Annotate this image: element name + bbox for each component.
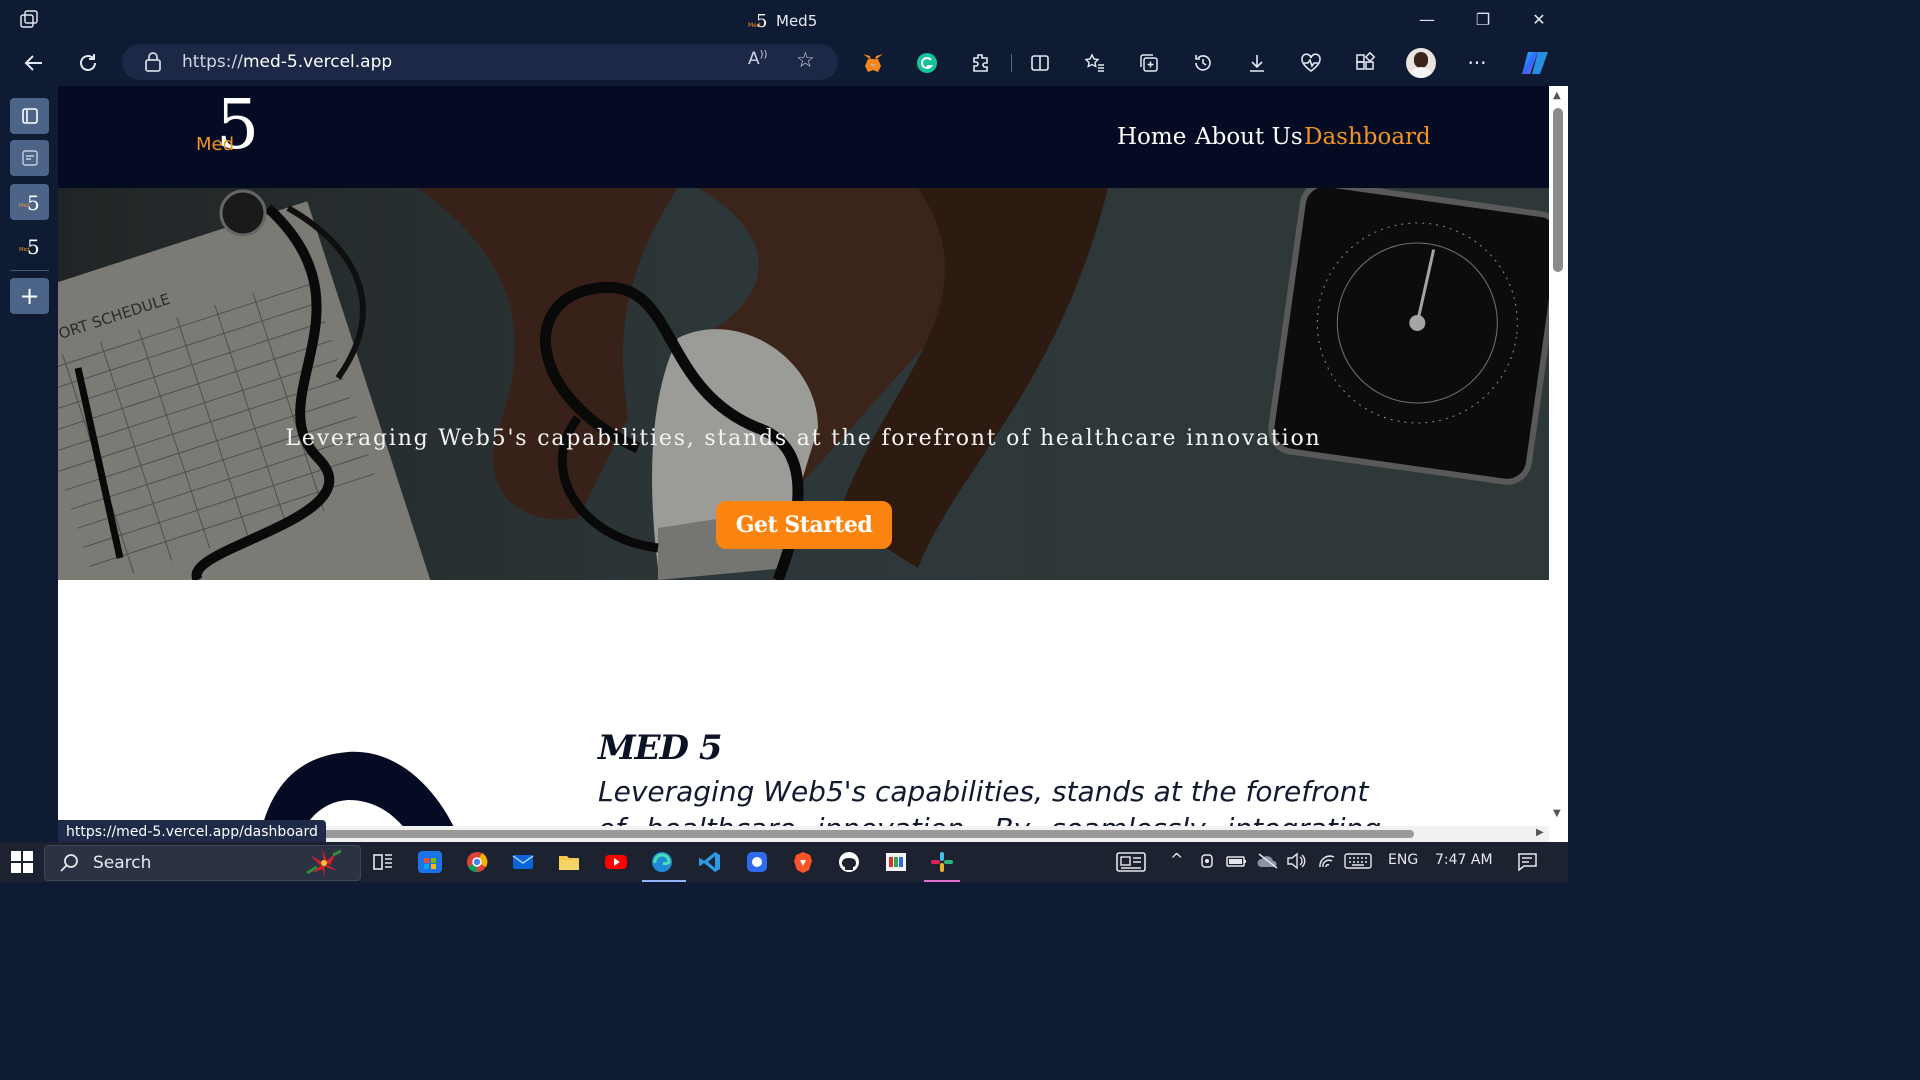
slack-running-indicator xyxy=(924,880,960,882)
horizontal-scroll-thumb[interactable] xyxy=(308,830,1414,838)
downloads-icon[interactable] xyxy=(1242,48,1272,78)
svg-text:Med: Med xyxy=(748,22,761,29)
tab-med5[interactable]: 5 Med xyxy=(10,228,49,264)
profile-avatar[interactable] xyxy=(1406,48,1436,78)
scroll-up-arrow[interactable]: ▲ xyxy=(1553,90,1561,101)
github-icon[interactable] xyxy=(837,851,861,873)
wifi-icon[interactable] xyxy=(1317,852,1337,874)
tab-med5-active[interactable]: 5 Med xyxy=(10,184,49,220)
minimize-button[interactable]: — xyxy=(1413,6,1441,34)
window-title-text: Med5 xyxy=(776,12,818,30)
get-started-button[interactable]: Get Started xyxy=(716,501,892,549)
web-page: 5 Med Home About Us Dashboard Y REPORT S… xyxy=(58,86,1549,842)
svg-text:Med: Med xyxy=(19,247,30,253)
status-bar-link-preview: https://med-5.vercel.app/dashboard xyxy=(58,820,326,844)
nav-about-link[interactable]: About Us xyxy=(1195,124,1303,150)
svg-text:Med: Med xyxy=(19,203,30,209)
url-text[interactable]: https://med-5.vercel.app xyxy=(182,52,392,72)
edge-icon[interactable] xyxy=(650,851,674,873)
news-widget-icon[interactable] xyxy=(1116,851,1146,877)
window-title: 5 Med Med5 xyxy=(748,10,817,32)
taskbar-search-box[interactable]: Search xyxy=(44,845,361,881)
brave-icon[interactable] xyxy=(791,851,815,873)
favorite-star-icon[interactable]: ☆ xyxy=(796,48,815,72)
vertical-scroll-thumb[interactable] xyxy=(1553,108,1563,272)
onedrive-offline-icon[interactable] xyxy=(1256,852,1280,874)
more-options-icon[interactable]: ··· xyxy=(1462,48,1492,78)
show-hidden-icons-chevron-icon[interactable]: ^ xyxy=(1170,850,1183,869)
input-language-label[interactable]: ENG xyxy=(1388,852,1418,868)
browser-toolbar: https://med-5.vercel.app A)) ☆ ··· xyxy=(0,40,1568,86)
volume-icon[interactable] xyxy=(1286,852,1306,874)
split-screen-icon[interactable] xyxy=(1025,48,1055,78)
nav-home-link[interactable]: Home xyxy=(1117,124,1186,150)
med5-logo[interactable]: 5 Med xyxy=(192,86,282,170)
copilot-icon[interactable] xyxy=(1518,48,1552,78)
about-text-line-1: Leveraging Web5's capabilities, stands a… xyxy=(598,775,1369,808)
url-host: med-5.vercel.app xyxy=(242,52,393,72)
screen-recorder-icon[interactable] xyxy=(884,851,908,873)
history-icon[interactable] xyxy=(1188,48,1218,78)
youtube-icon[interactable] xyxy=(604,851,628,873)
grammarly-extension-icon[interactable] xyxy=(912,48,942,78)
browser-essentials-icon[interactable] xyxy=(1296,48,1326,78)
tab-new-tab[interactable] xyxy=(10,140,49,176)
keyboard-icon[interactable] xyxy=(1344,852,1372,874)
collections-icon[interactable] xyxy=(1134,48,1164,78)
vscode-icon[interactable] xyxy=(698,851,722,873)
tab-actions-icon[interactable] xyxy=(10,98,49,134)
url-scheme: https:// xyxy=(182,52,243,72)
signal-app-icon[interactable] xyxy=(745,851,769,873)
search-icon xyxy=(60,854,78,872)
windows-taskbar: Search ^ ENG 7:47 AM xyxy=(0,842,1568,882)
clock-time[interactable]: 7:47 AM xyxy=(1435,852,1493,868)
sidebar-divider xyxy=(10,270,49,271)
toolbar-divider xyxy=(1011,54,1012,72)
read-aloud-icon[interactable]: A)) xyxy=(748,49,767,69)
back-icon[interactable] xyxy=(19,48,49,78)
refresh-icon[interactable] xyxy=(73,48,103,78)
new-tab-plus-icon[interactable]: + xyxy=(10,278,49,314)
favorites-icon[interactable] xyxy=(1080,48,1110,78)
scroll-down-arrow[interactable]: ▼ xyxy=(1553,808,1561,819)
windows-start-icon[interactable] xyxy=(10,850,34,874)
edge-active-indicator xyxy=(642,880,686,882)
battery-icon[interactable] xyxy=(1226,852,1248,874)
search-label: Search xyxy=(93,853,152,873)
site-favicon: 5 Med xyxy=(748,11,767,32)
metamask-extension-icon[interactable] xyxy=(858,48,888,78)
task-view-icon[interactable] xyxy=(371,851,395,873)
scroll-right-arrow[interactable]: ▶ xyxy=(1536,827,1544,838)
vertical-scrollbar[interactable]: ▲ ▼ xyxy=(1549,86,1568,842)
extensions-icon[interactable] xyxy=(966,48,996,78)
hero-section: Y REPORT SCHEDULE xyxy=(58,188,1549,580)
about-heading: MED 5 xyxy=(598,728,723,768)
file-explorer-icon[interactable] xyxy=(557,851,581,873)
mail-icon[interactable] xyxy=(511,851,535,873)
lock-icon[interactable] xyxy=(144,52,162,72)
apps-icon[interactable] xyxy=(1350,48,1380,78)
restore-button[interactable]: ❐ xyxy=(1469,6,1497,34)
microsoft-store-icon[interactable] xyxy=(418,851,442,873)
workspaces-icon[interactable] xyxy=(18,8,42,32)
site-navbar: 5 Med Home About Us Dashboard xyxy=(58,86,1549,188)
notifications-icon[interactable] xyxy=(1516,851,1538,877)
camera-indicator-icon[interactable] xyxy=(1199,852,1215,874)
close-window-button[interactable]: ✕ xyxy=(1525,6,1553,34)
hero-tagline: Leveraging Web5's capabilities, stands a… xyxy=(285,426,1322,451)
logo-text: Med xyxy=(196,134,235,155)
vertical-tabs-sidebar: 5 Med 5 Med + xyxy=(0,86,58,842)
nav-dashboard-link[interactable]: Dashboard xyxy=(1304,124,1431,150)
slack-icon[interactable] xyxy=(930,851,954,873)
browser-title-bar: 5 Med Med5 — ❐ ✕ xyxy=(0,0,1568,40)
poinsettia-search-highlight-icon xyxy=(306,848,342,878)
address-bar[interactable]: https://med-5.vercel.app A)) ☆ xyxy=(122,44,838,80)
chrome-icon[interactable] xyxy=(465,851,489,873)
